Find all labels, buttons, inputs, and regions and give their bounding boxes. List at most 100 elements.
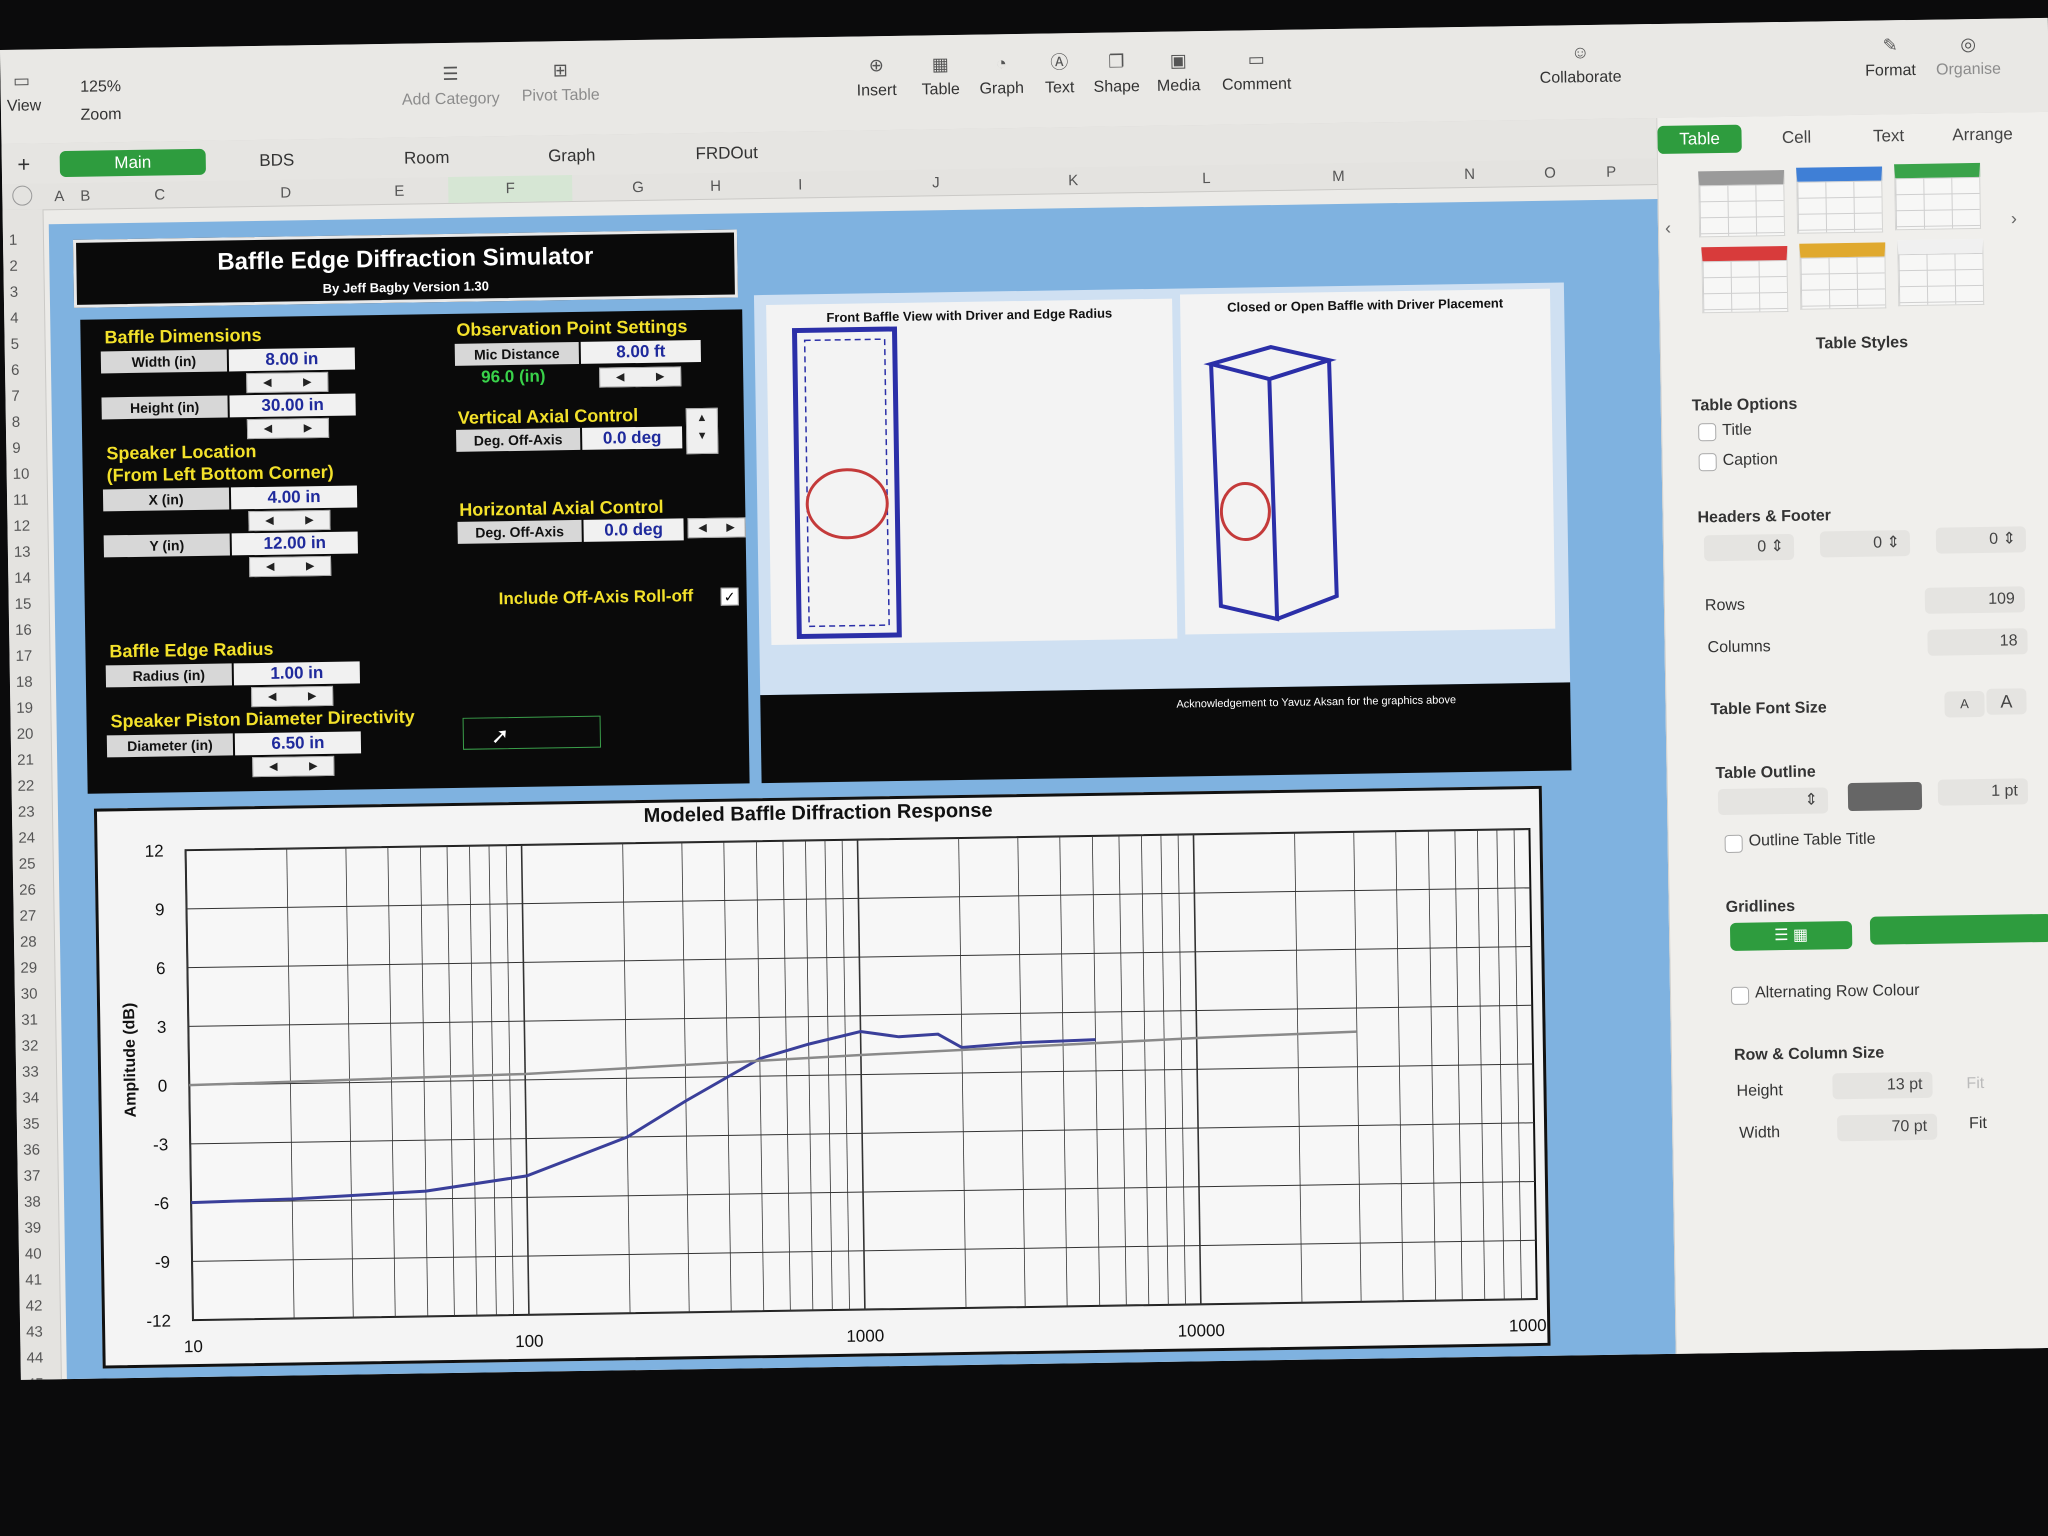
row-number[interactable]: 18: [16, 674, 33, 691]
y-value[interactable]: 12.00 in: [231, 531, 358, 556]
column-d[interactable]: D: [280, 184, 291, 201]
font-larger-button[interactable]: A: [1986, 688, 2027, 715]
decrement-icon[interactable]: ◀: [248, 420, 288, 439]
outline-style-field[interactable]: ⇕: [1717, 787, 1829, 816]
graph-button[interactable]: ◔ Graph: [973, 52, 1030, 99]
row-number[interactable]: 24: [18, 830, 35, 847]
row-number[interactable]: 34: [22, 1090, 39, 1107]
footer-rows-field[interactable]: 0 ⇕: [1935, 526, 2027, 554]
fit-height-button[interactable]: Fit: [1966, 1075, 1984, 1093]
decrement-icon[interactable]: ◀: [252, 687, 292, 706]
increment-icon[interactable]: ▶: [289, 511, 329, 530]
selected-cell[interactable]: [462, 715, 602, 750]
horizontal-stepper[interactable]: ◀ ▶: [687, 517, 746, 539]
mic-distance-value[interactable]: 8.00 ft: [580, 340, 701, 364]
select-all-button[interactable]: [12, 185, 33, 206]
vertical-value[interactable]: 0.0 deg: [582, 426, 683, 450]
row-number[interactable]: 26: [19, 882, 36, 899]
horizontal-gridlines-icon[interactable]: ☰: [1774, 927, 1789, 944]
row-number[interactable]: 35: [23, 1116, 40, 1133]
row-number[interactable]: 44: [26, 1349, 43, 1366]
tab-arrange[interactable]: Arrange: [1937, 120, 2027, 149]
comment-button[interactable]: ▭ Comment: [1218, 48, 1295, 95]
header-columns-field[interactable]: 0 ⇕: [1819, 530, 1911, 558]
row-number[interactable]: 22: [17, 778, 34, 795]
row-number[interactable]: 15: [15, 596, 32, 613]
row-number[interactable]: 30: [21, 986, 38, 1003]
column-g[interactable]: G: [632, 179, 644, 196]
increment-icon[interactable]: ▶: [288, 419, 328, 438]
column-n[interactable]: N: [1464, 166, 1475, 183]
pivot-table-button[interactable]: ⊞ Pivot Table: [515, 58, 606, 105]
column-j[interactable]: J: [932, 174, 940, 191]
sheet-tab-graph[interactable]: Graph: [517, 142, 627, 170]
column-f[interactable]: F: [448, 175, 573, 203]
table-style-red[interactable]: [1701, 245, 1789, 314]
increment-icon[interactable]: ▶: [292, 687, 332, 706]
decrement-icon[interactable]: ◀: [250, 558, 290, 577]
row-number[interactable]: 1: [9, 232, 18, 249]
row-number[interactable]: 31: [21, 1012, 38, 1029]
row-number[interactable]: 33: [22, 1064, 39, 1081]
column-h[interactable]: H: [710, 178, 721, 195]
up-icon[interactable]: ▲: [687, 409, 717, 427]
row-number[interactable]: 37: [24, 1168, 41, 1185]
row-number[interactable]: 28: [20, 934, 37, 951]
height-stepper[interactable]: ◀ ▶: [246, 417, 330, 440]
row-number[interactable]: 2: [9, 258, 18, 275]
table-style-blue[interactable]: [1796, 166, 1884, 234]
radius-value[interactable]: 1.00 in: [233, 661, 360, 686]
text-button[interactable]: Ⓐ Text: [1037, 51, 1082, 98]
tab-table[interactable]: Table: [1657, 124, 1742, 154]
row-number[interactable]: 45: [27, 1375, 44, 1379]
row-number[interactable]: 6: [11, 362, 20, 379]
decrement-icon[interactable]: ◀: [247, 374, 287, 393]
vertical-stepper[interactable]: ▲ ▼: [685, 407, 719, 455]
vertical-gridlines-icon[interactable]: ▦: [1793, 927, 1808, 944]
row-number[interactable]: 41: [25, 1271, 42, 1288]
row-number[interactable]: 11: [13, 492, 29, 509]
row-number[interactable]: 20: [17, 726, 34, 743]
increment-icon[interactable]: ▶: [640, 367, 680, 386]
insert-button[interactable]: ⊕ Insert: [848, 54, 905, 101]
table-style-plain[interactable]: [1897, 238, 1985, 307]
row-number[interactable]: 19: [16, 700, 33, 717]
column-m[interactable]: M: [1332, 168, 1345, 185]
column-width-field[interactable]: 70 pt: [1836, 1113, 1938, 1142]
row-number[interactable]: 5: [10, 336, 19, 353]
view-button[interactable]: ▭ View: [6, 69, 42, 115]
format-button[interactable]: ✎ Format: [1860, 34, 1921, 81]
tab-text[interactable]: Text: [1853, 122, 1923, 151]
row-number[interactable]: 3: [10, 284, 19, 301]
radius-stepper[interactable]: ◀ ▶: [251, 685, 334, 708]
row-number[interactable]: 42: [26, 1297, 43, 1314]
column-i[interactable]: I: [798, 176, 802, 193]
row-number[interactable]: 10: [13, 466, 30, 483]
sheet-tab-main[interactable]: Main: [59, 148, 206, 178]
row-number[interactable]: 38: [24, 1194, 41, 1211]
row-number[interactable]: 43: [26, 1323, 43, 1340]
row-number[interactable]: 39: [24, 1219, 41, 1236]
column-l[interactable]: L: [1202, 170, 1211, 187]
outline-width-field[interactable]: 1 pt: [1937, 778, 2029, 806]
chevron-right-icon[interactable]: ›: [2011, 208, 2017, 229]
collaborate-button[interactable]: ☺ Collaborate: [1530, 40, 1631, 88]
tab-cell[interactable]: Cell: [1761, 123, 1831, 152]
add-sheet-button[interactable]: +: [12, 151, 36, 177]
decrement-icon[interactable]: ◀: [688, 519, 716, 537]
mic-stepper[interactable]: ◀ ▶: [599, 366, 682, 388]
gridlines-header-toggle[interactable]: [1869, 913, 2048, 945]
outline-color-well[interactable]: [1847, 781, 1923, 812]
row-number[interactable]: 12: [13, 518, 30, 535]
decrement-icon[interactable]: ◀: [600, 368, 640, 387]
header-rows-field[interactable]: 0 ⇕: [1703, 533, 1795, 562]
add-category-button[interactable]: ☰ Add Category: [395, 62, 506, 110]
table-style-gray[interactable]: [1698, 169, 1786, 238]
diameter-value[interactable]: 6.50 in: [234, 731, 362, 756]
organise-button[interactable]: ◎ Organise: [1930, 32, 2007, 79]
x-value[interactable]: 4.00 in: [230, 485, 358, 510]
row-number[interactable]: 9: [12, 440, 21, 457]
increment-icon[interactable]: ▶: [716, 518, 744, 536]
row-number[interactable]: 32: [22, 1038, 39, 1055]
sheet-tab-frdout[interactable]: FRDOut: [672, 140, 782, 168]
